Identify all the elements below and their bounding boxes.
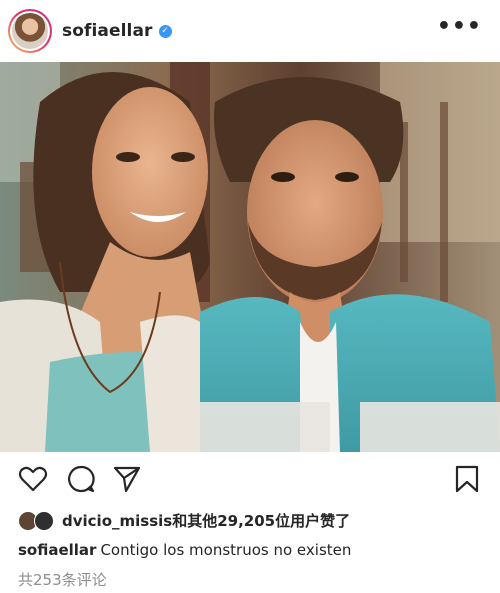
likes-text: dvicio_missis和其他29,205位用户赞了 bbox=[62, 512, 351, 530]
caption-text: Contigo los monstruos no existen bbox=[100, 541, 352, 559]
action-bar bbox=[0, 458, 500, 502]
liker-avatars bbox=[18, 510, 54, 531]
post-header: sofiaellar ✓ ••• bbox=[0, 0, 500, 62]
avatar-ring bbox=[10, 11, 50, 51]
view-comments-link[interactable]: 共253条评论 bbox=[18, 569, 107, 590]
likes-summary[interactable]: dvicio_missis和其他29,205位用户赞了 bbox=[18, 510, 350, 531]
liker-avatar bbox=[34, 510, 54, 531]
verified-badge-icon: ✓ bbox=[158, 24, 172, 38]
more-options-button[interactable]: ••• bbox=[437, 16, 482, 46]
caption-username[interactable]: sofiaellar bbox=[18, 541, 96, 559]
comment-icon[interactable] bbox=[66, 464, 96, 494]
caption: sofiaellar Contigo los monstruos no exist… bbox=[18, 541, 351, 559]
avatar-image bbox=[12, 13, 48, 49]
post-image[interactable] bbox=[0, 62, 500, 452]
send-icon[interactable] bbox=[112, 464, 142, 494]
avatar[interactable] bbox=[8, 9, 52, 53]
post-photo bbox=[0, 62, 500, 452]
bookmark-icon[interactable] bbox=[452, 464, 482, 494]
heart-icon[interactable] bbox=[18, 464, 48, 494]
username-link[interactable]: sofiaellar bbox=[62, 21, 153, 41]
